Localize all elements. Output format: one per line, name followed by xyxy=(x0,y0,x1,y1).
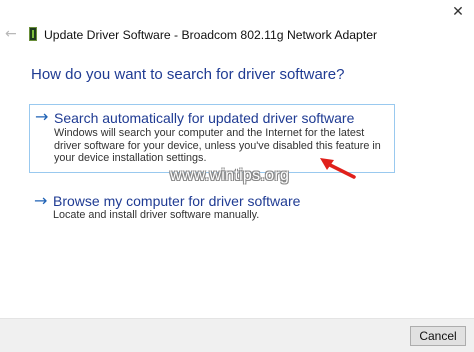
page-heading: How do you want to search for driver sof… xyxy=(31,66,345,83)
close-icon[interactable]: ✕ xyxy=(448,4,468,20)
arrow-right-icon: → xyxy=(34,191,48,210)
update-driver-dialog: ✕ ← Update Driver Software - Broadcom 80… xyxy=(0,0,474,352)
option-title: Search automatically for updated driver … xyxy=(54,110,355,126)
network-adapter-icon xyxy=(29,27,37,41)
red-annotation-arrow-icon xyxy=(320,158,356,179)
option-title: Browse my computer for driver software xyxy=(53,193,301,209)
dialog-footer: Cancel xyxy=(0,318,474,352)
window-title: Update Driver Software - Broadcom 802.11… xyxy=(44,28,378,42)
back-arrow-icon[interactable]: ← xyxy=(5,26,19,42)
arrow-right-icon: → xyxy=(35,107,49,126)
browse-computer-option[interactable]: → Browse my computer for driver software… xyxy=(29,190,395,224)
cancel-button[interactable]: Cancel xyxy=(410,326,466,346)
watermark-text: www.wintips.org xyxy=(170,167,290,184)
option-description: Locate and install driver software manua… xyxy=(53,209,260,221)
